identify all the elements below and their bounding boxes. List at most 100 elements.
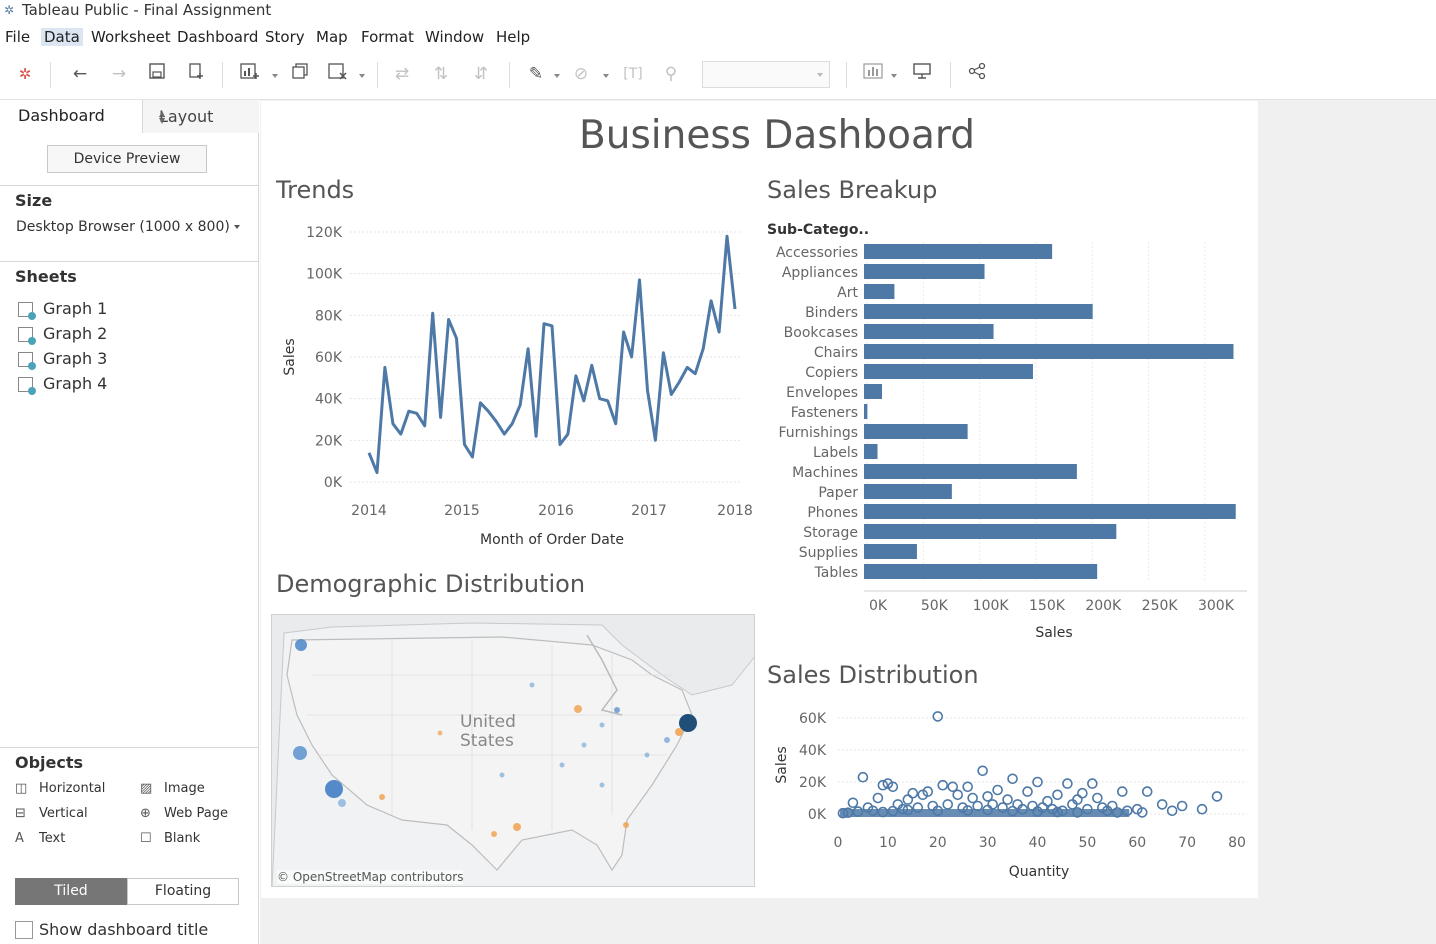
fit-select[interactable] (702, 61, 830, 88)
menu-story[interactable]: Story (262, 28, 308, 46)
sales-distribution-chart[interactable]: 0K 20K 40K 60K 0 10 20 30 40 50 60 70 80 Quantity Sale… (760, 700, 1255, 890)
menu-map[interactable]: Map (313, 28, 351, 46)
bar-appliances (864, 264, 985, 279)
menu-data[interactable]: Data (41, 28, 83, 46)
bar-binders (864, 304, 1093, 319)
y-tick-label: 20K (315, 433, 343, 449)
menu-dashboard[interactable]: Dashboard (174, 28, 261, 46)
bar-tables (864, 564, 1098, 579)
scatter-point (907, 787, 919, 799)
map-point[interactable] (599, 782, 605, 788)
forward-icon[interactable]: → (107, 62, 131, 86)
show-title-checkbox[interactable] (15, 921, 33, 939)
map-attribution: © OpenStreetMap contributors (277, 870, 464, 884)
menu-bar: File Data Worksheet Dashboard Story Map … (0, 24, 1436, 50)
sheet-label: Graph 4 (43, 374, 108, 393)
floating-button[interactable]: Floating (127, 878, 239, 905)
menu-worksheet[interactable]: Worksheet (88, 28, 174, 46)
map-point[interactable] (623, 822, 629, 828)
paperclip-icon[interactable]: ⊘ (569, 62, 593, 86)
map-point[interactable] (559, 762, 565, 768)
bar-art (864, 284, 895, 299)
tableau-logo-icon[interactable]: ✲ (13, 62, 37, 86)
object-image[interactable]: ▨ Image (140, 781, 205, 796)
save-icon[interactable] (145, 62, 169, 86)
swap-icon[interactable]: ⇄ (390, 62, 414, 86)
x-tick-label: 100K (973, 598, 1010, 614)
highlight-icon[interactable]: ✎ (524, 62, 548, 86)
menu-format[interactable]: Format (358, 28, 417, 46)
x-tick-label: 2015 (444, 503, 480, 519)
text-icon[interactable]: [T] (621, 62, 645, 86)
sales-breakup-chart[interactable]: 0K 50K 100K 150K 200K 250K 300K Sub-Catego.. Acc… (760, 210, 1255, 640)
dropdown-caret-icon[interactable] (272, 74, 278, 78)
x-tick-label: 60 (1128, 835, 1146, 851)
blank-icon: ☐ (140, 831, 152, 846)
object-label: Text (39, 831, 66, 846)
clear-icon[interactable] (326, 62, 350, 86)
y-tick-label: 60K (799, 711, 827, 727)
sort-asc-icon[interactable]: ⇅ (429, 62, 453, 86)
new-datasource-icon[interactable] (185, 62, 209, 86)
chevron-down-icon (233, 225, 240, 229)
x-tick-label: 2018 (717, 503, 753, 519)
dropdown-caret-icon[interactable] (891, 74, 897, 78)
dropdown-caret-icon[interactable] (603, 74, 609, 78)
x-tick-label: 70 (1178, 835, 1196, 851)
map-point[interactable] (614, 707, 620, 713)
y-tick-label: 40K (799, 743, 827, 759)
y-tick-label: 60K (315, 350, 343, 366)
map-point[interactable] (338, 799, 346, 807)
map-point[interactable] (581, 742, 587, 748)
share-icon[interactable] (965, 62, 989, 86)
object-web-page[interactable]: ⊕ Web Page (140, 806, 228, 821)
object-vertical[interactable]: ⊟ Vertical (15, 806, 88, 821)
y-axis-label: Sales (774, 746, 790, 783)
x-axis-label: Month of Order Date (480, 532, 624, 548)
object-label: Vertical (39, 806, 88, 821)
duplicate-icon[interactable] (288, 62, 312, 86)
object-horizontal[interactable]: ◫ Horizontal (15, 781, 105, 796)
demographic-map[interactable]: United States © OpenStreetMap contributo… (271, 614, 755, 887)
dropdown-caret-icon[interactable] (359, 74, 365, 78)
new-worksheet-icon[interactable] (238, 62, 262, 86)
y-tick-label: 0K (808, 807, 827, 823)
map-point[interactable] (644, 752, 650, 758)
map-point[interactable] (437, 730, 443, 736)
dropdown-caret-icon[interactable] (554, 74, 560, 78)
object-text[interactable]: A Text (15, 831, 65, 846)
device-preview-button[interactable]: Device Preview (47, 145, 207, 173)
map-point[interactable] (529, 682, 535, 688)
back-icon[interactable]: ← (68, 62, 92, 86)
map-point[interactable] (499, 772, 505, 778)
map-point[interactable] (513, 823, 521, 831)
tab-layout[interactable]: Layout ▲ ▼ (143, 100, 259, 133)
map-country-label: United (460, 712, 516, 732)
trends-chart[interactable]: 0K 20K 40K 60K 80K 100K 120K 2014 2015 2016 2017 20… (270, 210, 760, 560)
tab-dashboard[interactable]: Dashboard (0, 100, 143, 133)
map-point[interactable] (379, 794, 385, 800)
map-point[interactable] (295, 639, 307, 651)
presentation-icon[interactable] (910, 62, 934, 86)
map-point[interactable] (675, 728, 683, 736)
map-point[interactable] (574, 705, 582, 713)
show-me-icon[interactable] (861, 62, 885, 86)
x-tick-label: 10 (879, 835, 897, 851)
menu-window[interactable]: Window (422, 28, 487, 46)
x-tick-label: 2016 (538, 503, 574, 519)
map-point[interactable] (491, 831, 497, 837)
scatter-point (1156, 799, 1168, 810)
map-point[interactable] (325, 780, 343, 798)
tiled-button[interactable]: Tiled (15, 878, 127, 905)
pin-icon[interactable]: ⚲ (659, 62, 683, 86)
category-label: Copiers (805, 365, 858, 381)
menu-file[interactable]: File (2, 28, 33, 46)
object-blank[interactable]: ☐ Blank (140, 831, 200, 846)
menu-help[interactable]: Help (493, 28, 533, 46)
map-point[interactable] (599, 722, 605, 728)
size-dropdown[interactable]: Desktop Browser (1000 x 800) (16, 219, 240, 235)
worksheet-icon (18, 327, 36, 345)
map-point[interactable] (293, 746, 307, 760)
sort-desc-icon[interactable]: ⇵ (469, 62, 493, 86)
map-point[interactable] (664, 737, 670, 743)
